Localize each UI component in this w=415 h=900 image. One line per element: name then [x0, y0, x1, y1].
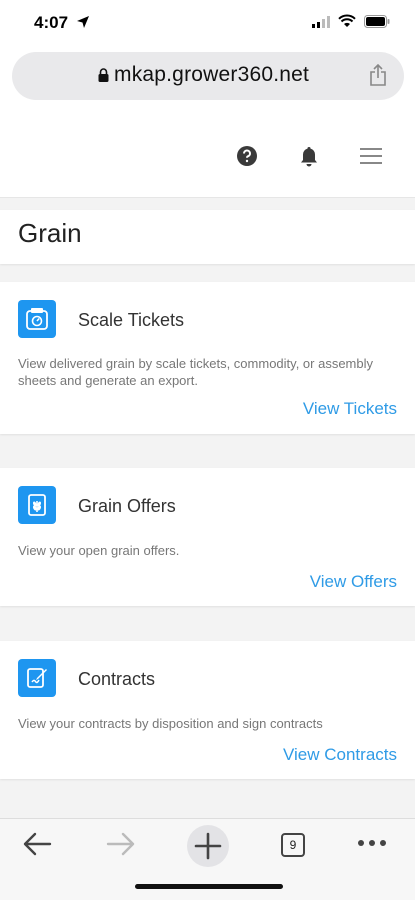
address-bar[interactable]: mkap.grower360.net [12, 52, 404, 100]
forward-arrow-icon[interactable] [106, 831, 136, 857]
battery-icon [364, 15, 390, 28]
status-bar: 4:07 [0, 0, 415, 44]
card-title: Scale Tickets [78, 310, 185, 330]
cellular-signal-icon [312, 16, 330, 28]
tab-switcher-button[interactable]: 9 [281, 833, 305, 857]
card-description: View your open grain offers. [18, 543, 180, 558]
lock-icon [98, 68, 109, 82]
page-title-card: Grain [0, 210, 415, 264]
plus-icon [194, 832, 222, 860]
view-tickets-link[interactable]: View Tickets [303, 399, 397, 419]
share-icon[interactable] [369, 64, 387, 86]
contracts-card: Contracts View your contracts by disposi… [0, 641, 415, 779]
back-arrow-icon[interactable] [22, 831, 52, 857]
card-title: Contracts [78, 669, 156, 689]
scale-icon [18, 300, 56, 338]
grain-offers-card: Grain Offers View your open grain offers… [0, 468, 415, 606]
app-header [0, 116, 415, 198]
card-title: Grain Offers [78, 496, 176, 516]
hamburger-menu-icon[interactable] [360, 148, 382, 164]
more-dots-icon[interactable] [357, 839, 387, 847]
view-contracts-link[interactable]: View Contracts [283, 745, 397, 765]
scale-tickets-card: Scale Tickets View delivered grain by sc… [0, 282, 415, 434]
grain-icon [18, 486, 56, 524]
contract-sign-icon [18, 659, 56, 697]
location-arrow-icon [77, 16, 89, 28]
status-time: 4:07 [34, 13, 69, 32]
card-description: View delivered grain by scale tickets, c… [18, 356, 373, 388]
view-offers-link[interactable]: View Offers [310, 572, 397, 592]
card-description: View your contracts by disposition and s… [18, 716, 323, 731]
wifi-icon [338, 14, 356, 27]
page-title: Grain [18, 218, 82, 248]
bell-icon[interactable] [299, 146, 319, 167]
new-tab-button[interactable] [187, 825, 229, 867]
home-indicator[interactable] [135, 884, 283, 889]
help-icon[interactable] [237, 146, 257, 166]
url-text[interactable]: mkap.grower360.net [114, 63, 309, 87]
